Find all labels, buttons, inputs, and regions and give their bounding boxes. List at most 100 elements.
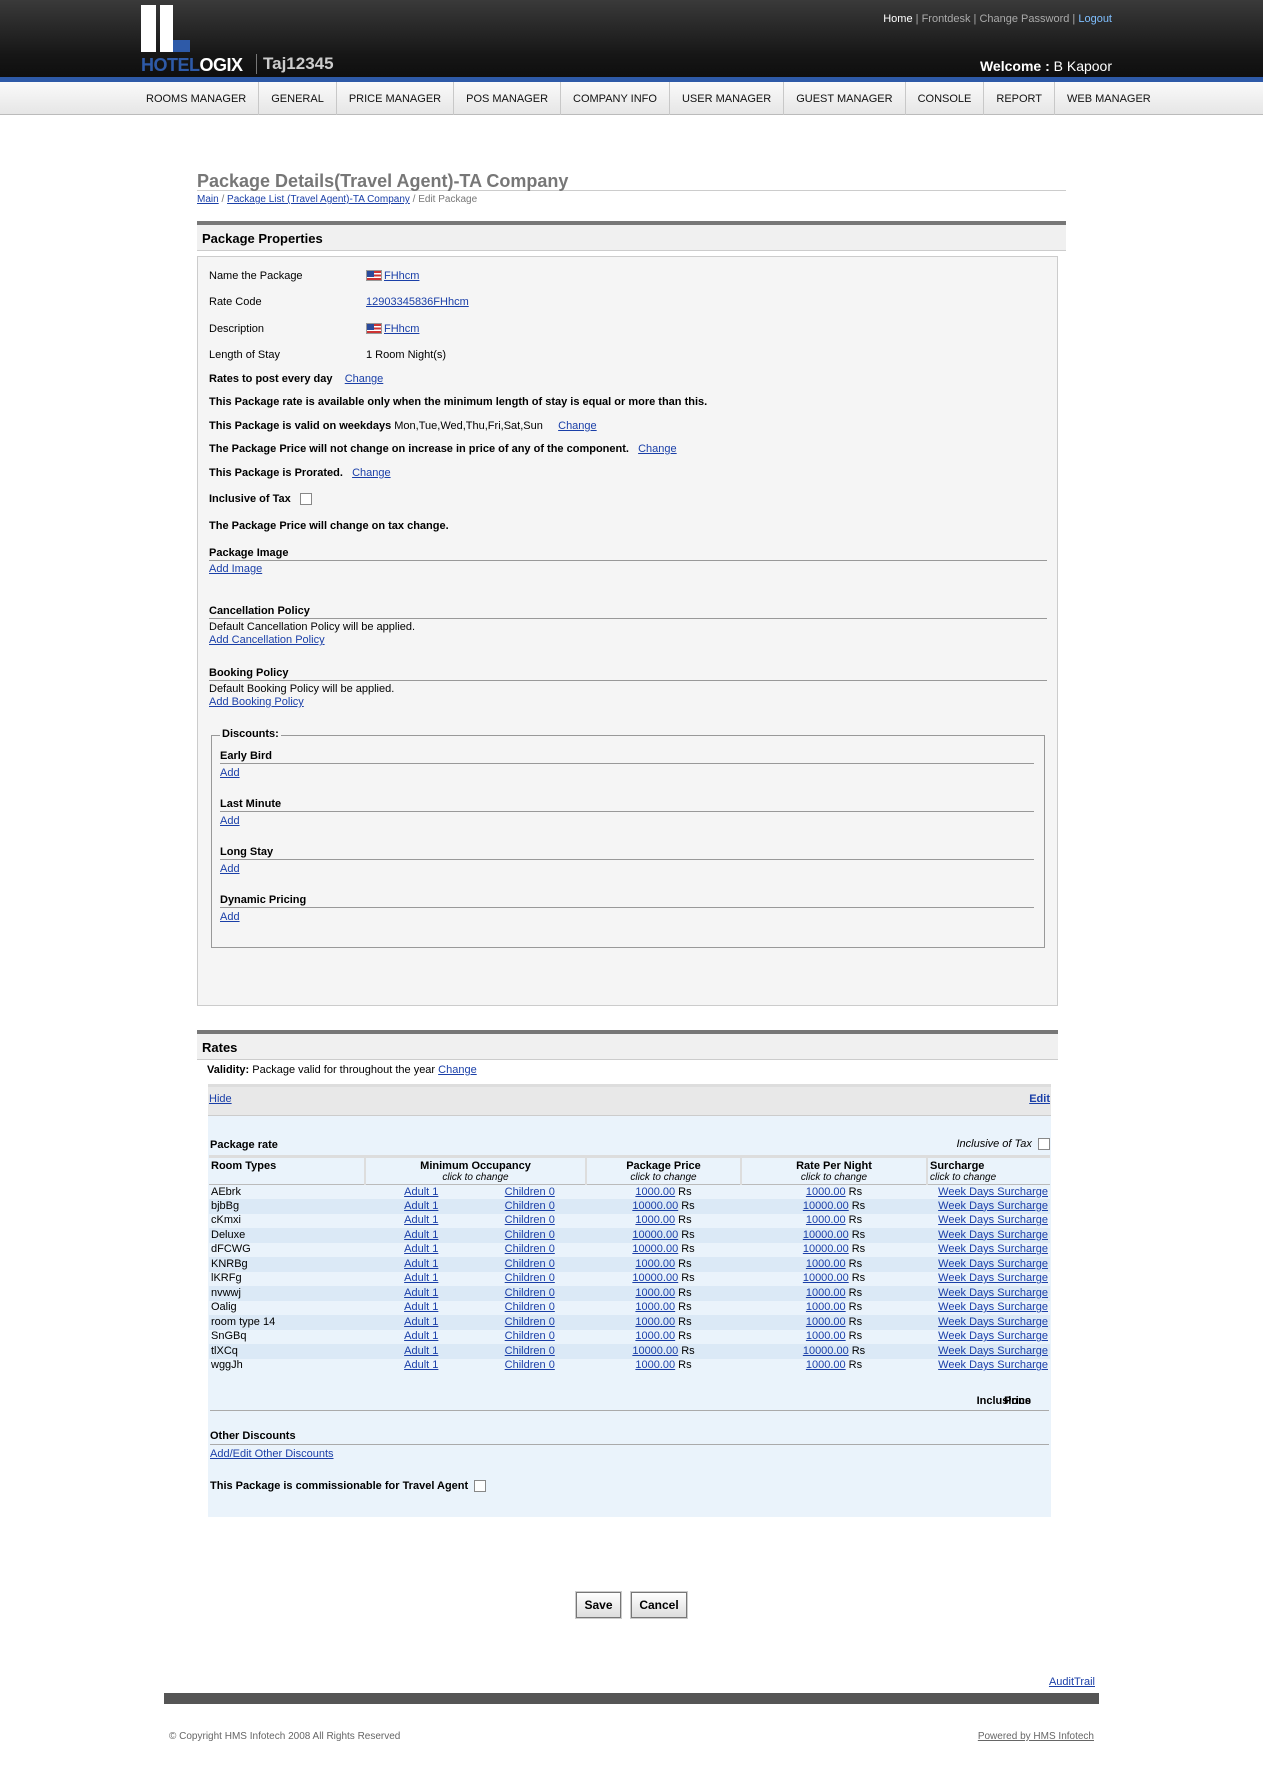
surcharge-link[interactable]: Week Days Surcharge bbox=[938, 1200, 1048, 1212]
nav-company-info[interactable]: COMPANY INFO bbox=[561, 82, 670, 115]
adult-link[interactable]: Adult 1 bbox=[404, 1345, 438, 1357]
rate-per-night-link[interactable]: 10000.00 bbox=[803, 1243, 849, 1255]
rate-code-link[interactable]: 12903345836FHhcm bbox=[366, 296, 469, 308]
nav-pos-manager[interactable]: POS MANAGER bbox=[454, 82, 562, 115]
rate-per-night-link[interactable]: 1000.00 bbox=[806, 1186, 846, 1198]
package-price-link[interactable]: 1000.00 bbox=[635, 1186, 675, 1198]
children-link[interactable]: Children 0 bbox=[505, 1287, 555, 1299]
add-image-link[interactable]: Add Image bbox=[209, 563, 1047, 575]
add-discount-link[interactable]: Add bbox=[220, 911, 1034, 923]
audit-trail-link[interactable]: AuditTrail bbox=[1049, 1676, 1095, 1688]
hotelogix-logo-mark[interactable] bbox=[141, 5, 191, 52]
children-link[interactable]: Children 0 bbox=[505, 1258, 555, 1270]
package-name-link[interactable]: FHhcm bbox=[384, 270, 419, 282]
breadcrumb-package-list[interactable]: Package List (Travel Agent)-TA Company bbox=[227, 194, 410, 205]
rate-per-night-link[interactable]: 1000.00 bbox=[806, 1287, 846, 1299]
package-price-link[interactable]: 1000.00 bbox=[635, 1287, 675, 1299]
rate-per-night-link[interactable]: 1000.00 bbox=[806, 1316, 846, 1328]
adult-link[interactable]: Adult 1 bbox=[404, 1359, 438, 1371]
change-password-link[interactable]: Change Password bbox=[979, 13, 1069, 25]
surcharge-link[interactable]: Week Days Surcharge bbox=[938, 1287, 1048, 1299]
adult-link[interactable]: Adult 1 bbox=[404, 1316, 438, 1328]
rate-per-night-link[interactable]: 1000.00 bbox=[806, 1258, 846, 1270]
children-link[interactable]: Children 0 bbox=[505, 1186, 555, 1198]
prorated-change-link[interactable]: Change bbox=[352, 467, 391, 479]
price-change-link[interactable]: Change bbox=[638, 443, 677, 455]
nav-rooms-manager[interactable]: ROOMS MANAGER bbox=[134, 82, 260, 115]
children-link[interactable]: Children 0 bbox=[505, 1272, 555, 1284]
rate-per-night-link[interactable]: 1000.00 bbox=[806, 1214, 846, 1226]
nav-report[interactable]: REPORT bbox=[984, 82, 1056, 115]
description-link[interactable]: FHhcm bbox=[384, 323, 419, 335]
add-discount-link[interactable]: Add bbox=[220, 815, 1034, 827]
package-price-link[interactable]: 10000.00 bbox=[632, 1272, 678, 1284]
package-price-link[interactable]: 10000.00 bbox=[632, 1200, 678, 1212]
commissionable-checkbox[interactable] bbox=[474, 1480, 487, 1493]
rates-post-change-link[interactable]: Change bbox=[345, 373, 384, 385]
package-price-link[interactable]: 10000.00 bbox=[632, 1243, 678, 1255]
surcharge-link[interactable]: Week Days Surcharge bbox=[938, 1186, 1048, 1198]
breadcrumb-main[interactable]: Main bbox=[197, 194, 219, 205]
surcharge-link[interactable]: Week Days Surcharge bbox=[938, 1359, 1048, 1371]
children-link[interactable]: Children 0 bbox=[505, 1301, 555, 1313]
rate-per-night-link[interactable]: 1000.00 bbox=[806, 1301, 846, 1313]
package-price-link[interactable]: 1000.00 bbox=[635, 1316, 675, 1328]
surcharge-link[interactable]: Week Days Surcharge bbox=[938, 1243, 1048, 1255]
package-price-link[interactable]: 1000.00 bbox=[635, 1258, 675, 1270]
children-link[interactable]: Children 0 bbox=[505, 1345, 555, 1357]
logout-link[interactable]: Logout bbox=[1078, 13, 1112, 25]
inclusive-tax-checkbox[interactable] bbox=[299, 493, 312, 506]
adult-link[interactable]: Adult 1 bbox=[404, 1301, 438, 1313]
nav-user-manager[interactable]: USER MANAGER bbox=[670, 82, 785, 115]
rates-inclusive-tax-checkbox[interactable] bbox=[1038, 1138, 1050, 1151]
adult-link[interactable]: Adult 1 bbox=[404, 1200, 438, 1212]
surcharge-link[interactable]: Week Days Surcharge bbox=[938, 1330, 1048, 1342]
rate-per-night-link[interactable]: 10000.00 bbox=[803, 1200, 849, 1212]
powered-by-link[interactable]: Powered by HMS Infotech bbox=[978, 1731, 1094, 1742]
package-price-link[interactable]: 10000.00 bbox=[632, 1229, 678, 1241]
children-link[interactable]: Children 0 bbox=[505, 1330, 555, 1342]
nav-price-manager[interactable]: PRICE MANAGER bbox=[337, 82, 455, 115]
children-link[interactable]: Children 0 bbox=[505, 1229, 555, 1241]
adult-link[interactable]: Adult 1 bbox=[404, 1330, 438, 1342]
surcharge-link[interactable]: Week Days Surcharge bbox=[938, 1229, 1048, 1241]
rate-per-night-link[interactable]: 1000.00 bbox=[806, 1359, 846, 1371]
adult-link[interactable]: Adult 1 bbox=[404, 1272, 438, 1284]
children-link[interactable]: Children 0 bbox=[505, 1214, 555, 1226]
add-cancellation-policy-link[interactable]: Add Cancellation Policy bbox=[209, 634, 1047, 646]
rate-per-night-link[interactable]: 10000.00 bbox=[803, 1229, 849, 1241]
rate-per-night-link[interactable]: 10000.00 bbox=[803, 1272, 849, 1284]
hide-link[interactable]: Hide bbox=[209, 1093, 232, 1105]
package-price-link[interactable]: 1000.00 bbox=[635, 1214, 675, 1226]
children-link[interactable]: Children 0 bbox=[505, 1200, 555, 1212]
weekdays-change-link[interactable]: Change bbox=[558, 420, 597, 432]
package-price-link[interactable]: 1000.00 bbox=[635, 1330, 675, 1342]
adult-link[interactable]: Adult 1 bbox=[404, 1214, 438, 1226]
cancel-button[interactable]: Cancel bbox=[631, 1592, 687, 1618]
package-price-link[interactable]: 10000.00 bbox=[632, 1345, 678, 1357]
hotelogix-logo[interactable]: HOTELOGIX bbox=[141, 55, 243, 76]
surcharge-link[interactable]: Week Days Surcharge bbox=[938, 1258, 1048, 1270]
add-discount-link[interactable]: Add bbox=[220, 863, 1034, 875]
children-link[interactable]: Children 0 bbox=[505, 1243, 555, 1255]
frontdesk-link[interactable]: Frontdesk bbox=[922, 13, 971, 25]
surcharge-link[interactable]: Week Days Surcharge bbox=[938, 1301, 1048, 1313]
add-edit-other-discounts-link[interactable]: Add/Edit Other Discounts bbox=[210, 1448, 334, 1460]
surcharge-link[interactable]: Week Days Surcharge bbox=[938, 1345, 1048, 1357]
rate-per-night-link[interactable]: 1000.00 bbox=[806, 1330, 846, 1342]
nav-guest-manager[interactable]: GUEST MANAGER bbox=[784, 82, 906, 115]
validity-change-link[interactable]: Change bbox=[438, 1064, 477, 1076]
nav-web-manager[interactable]: WEB MANAGER bbox=[1055, 82, 1163, 115]
add-discount-link[interactable]: Add bbox=[220, 767, 1034, 779]
surcharge-link[interactable]: Week Days Surcharge bbox=[938, 1214, 1048, 1226]
adult-link[interactable]: Adult 1 bbox=[404, 1243, 438, 1255]
adult-link[interactable]: Adult 1 bbox=[404, 1186, 438, 1198]
nav-general[interactable]: GENERAL bbox=[259, 82, 337, 115]
adult-link[interactable]: Adult 1 bbox=[404, 1229, 438, 1241]
surcharge-link[interactable]: Week Days Surcharge bbox=[938, 1316, 1048, 1328]
package-price-link[interactable]: 1000.00 bbox=[635, 1301, 675, 1313]
edit-link[interactable]: Edit bbox=[1029, 1093, 1050, 1105]
add-booking-policy-link[interactable]: Add Booking Policy bbox=[209, 696, 1047, 708]
home-link[interactable]: Home bbox=[883, 13, 912, 25]
save-button[interactable]: Save bbox=[576, 1592, 621, 1618]
